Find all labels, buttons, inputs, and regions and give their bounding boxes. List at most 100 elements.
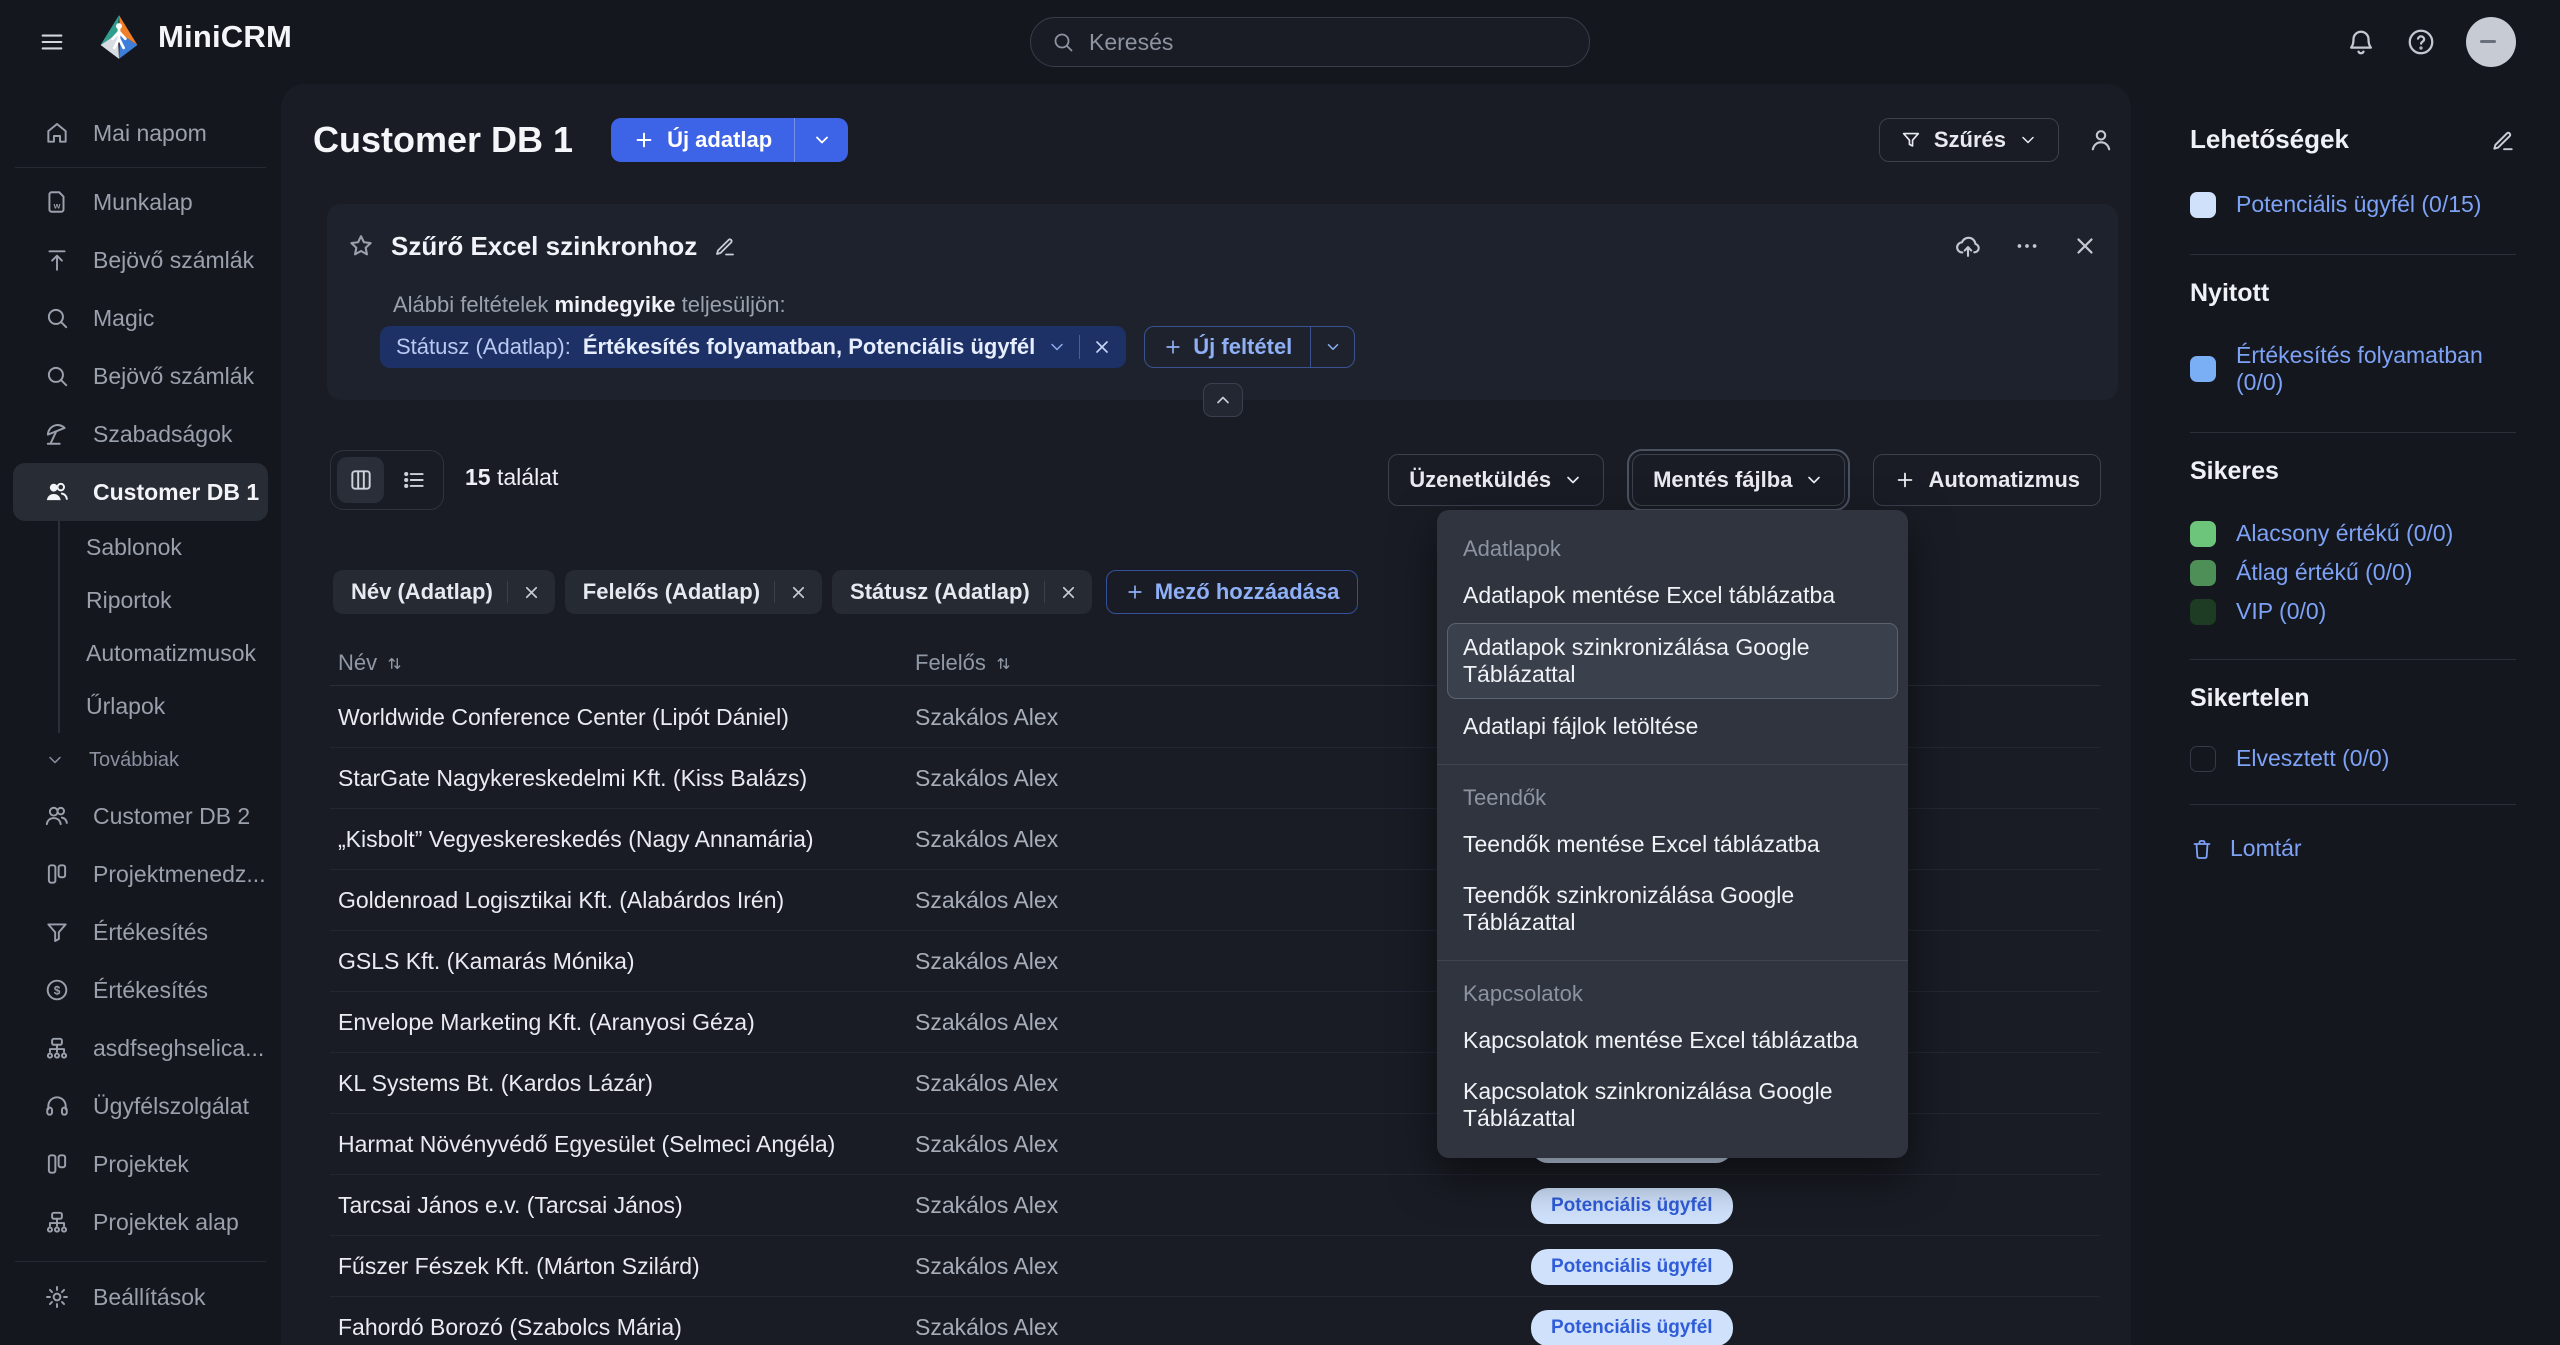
assignee-person-icon[interactable]: [2087, 126, 2115, 154]
sidebar-subitem-urlapok[interactable]: Űrlapok: [86, 680, 281, 733]
users-icon: [43, 803, 71, 829]
brand-name: MiniCRM: [158, 19, 292, 55]
edit-pencil-icon[interactable]: [713, 234, 737, 258]
sidebar-item-beallitasok[interactable]: Beállítások: [13, 1268, 268, 1326]
sidebar-item-projektmenedzsment[interactable]: Projektmenedz...: [13, 845, 268, 903]
remove-field-icon[interactable]: [789, 583, 808, 602]
menu-divider: [1437, 960, 1908, 961]
remove-field-icon[interactable]: [522, 583, 541, 602]
sidebar-item-munkalap[interactable]: w Munkalap: [13, 173, 268, 231]
sidebar-item-szabadsagok[interactable]: Szabadságok: [13, 405, 268, 463]
field-chip-felelos[interactable]: Felelős (Adatlap): [565, 570, 822, 614]
hamburger-menu-icon[interactable]: [30, 21, 74, 65]
new-record-button[interactable]: Új adatlap: [611, 118, 794, 162]
sidebar-subitem-riportok[interactable]: Riportok: [86, 574, 281, 627]
status-badge: Potenciális ügyfél: [1531, 1310, 1733, 1345]
panel-divider: [2190, 659, 2516, 660]
edit-pencil-icon[interactable]: [2490, 127, 2516, 153]
menu-section-header: Kapcsolatok: [1437, 965, 1908, 1015]
remove-field-icon[interactable]: [1059, 583, 1078, 602]
menu-item-kapcsolatok-google[interactable]: Kapcsolatok szinkronizálása Google Táblá…: [1437, 1066, 1908, 1144]
collapse-filter-chevron-up-icon[interactable]: [1203, 383, 1243, 417]
user-avatar[interactable]: [2466, 17, 2516, 67]
list-view-icon[interactable]: [390, 457, 437, 503]
page-header: Customer DB 1 Új adatlap Szűrés: [313, 114, 2115, 166]
notifications-bell-icon[interactable]: [2346, 27, 2376, 57]
add-field-button[interactable]: Mező hozzáadása: [1106, 570, 1359, 614]
sidebar-subitem-automatizmusok[interactable]: Automatizmusok: [86, 627, 281, 680]
table-row[interactable]: Fahordó Borozó (Szabolcs Mária) Szakálos…: [330, 1297, 2100, 1345]
column-header-nev[interactable]: Név: [338, 650, 404, 676]
menu-section-header: Teendők: [1437, 769, 1908, 819]
menu-item-teendok-excel[interactable]: Teendők mentése Excel táblázatba: [1437, 819, 1908, 870]
home-icon: [43, 120, 71, 146]
panel-divider: [2190, 804, 2516, 805]
status-badge: Potenciális ügyfél: [1531, 1188, 1733, 1224]
favorite-star-icon[interactable]: [347, 232, 375, 260]
status-color-swatch: [2190, 356, 2216, 382]
share-upload-cloud-icon[interactable]: [1954, 232, 1982, 260]
sidebar-item-asdfseghselica[interactable]: asdfseghselica...: [13, 1019, 268, 1077]
sidebar-sublist: Sablonok Riportok Automatizmusok Űrlapok: [58, 521, 281, 733]
sidebar-item-magic[interactable]: Magic: [13, 289, 268, 347]
sidebar-subitem-sablonok[interactable]: Sablonok: [86, 521, 281, 574]
send-message-button[interactable]: Üzenetküldés: [1388, 454, 1604, 506]
table-row[interactable]: Fűszer Fészek Kft. (Márton Szilárd) Szak…: [330, 1236, 2100, 1297]
beach-umbrella-icon: [43, 421, 71, 447]
menu-item-adatlapok-google[interactable]: Adatlapok szinkronizálása Google Tábláza…: [1447, 623, 1898, 699]
new-condition-split-button: Új feltétel: [1144, 326, 1355, 368]
sidebar-item-bejovo-szamlak-2[interactable]: Bejövő számlák: [13, 347, 268, 405]
sidebar-item-projektek[interactable]: Projektek: [13, 1135, 268, 1193]
status-link-ertekesites-folyamatban[interactable]: Értékesítés folyamatban (0/0): [2190, 342, 2516, 396]
status-link-elvesztett[interactable]: Elvesztett (0/0): [2190, 745, 2516, 772]
sidebar-more-toggle[interactable]: Továbbiak: [13, 733, 268, 787]
menu-item-adatlapok-excel[interactable]: Adatlapok mentése Excel táblázatba: [1437, 570, 1908, 621]
menu-item-kapcsolatok-excel[interactable]: Kapcsolatok mentése Excel táblázatba: [1437, 1015, 1908, 1066]
status-link-alacsony-erteku[interactable]: Alacsony értékű (0/0): [2190, 520, 2516, 547]
status-link-atlag-erteku[interactable]: Átlag értékű (0/0): [2190, 559, 2516, 586]
status-link-potencialis[interactable]: Potenciális ügyfél (0/15): [2190, 191, 2516, 218]
menu-item-adatlapi-fajlok[interactable]: Adatlapi fájlok letöltése: [1437, 701, 1908, 752]
kanban-icon: [43, 861, 71, 887]
sidebar-item-ugyfelszolgalat[interactable]: Ügyfélszolgálat: [13, 1077, 268, 1135]
sidebar: Mai napom w Munkalap Bejövő számlák Magi…: [0, 84, 281, 1345]
automation-button[interactable]: Automatizmus: [1873, 454, 2101, 506]
headset-icon: [43, 1093, 71, 1119]
remove-condition-icon[interactable]: [1092, 337, 1112, 357]
trash-link[interactable]: Lomtár: [2190, 835, 2516, 862]
sidebar-item-ertekesites-funnel[interactable]: Értékesítés: [13, 903, 268, 961]
search-input[interactable]: [1089, 29, 1569, 56]
sidebar-divider: [15, 1261, 266, 1262]
statuses-panel: Lehetőségek Potenciális ügyfél (0/15) Ny…: [2131, 84, 2560, 1345]
page-title: Customer DB 1: [313, 119, 573, 161]
condition-chip-status[interactable]: Státusz (Adatlap): Értékesítés folyamatb…: [380, 326, 1126, 368]
sidebar-item-ertekesites-dollar[interactable]: $ Értékesítés: [13, 961, 268, 1019]
filter-button[interactable]: Szűrés: [1879, 118, 2059, 162]
sidebar-item-bejovo-szamlak-1[interactable]: Bejövő számlák: [13, 231, 268, 289]
status-link-vip[interactable]: VIP (0/0): [2190, 598, 2516, 625]
new-condition-button[interactable]: Új feltétel: [1145, 334, 1310, 360]
column-header-felelos[interactable]: Felelős: [915, 650, 1013, 676]
main-panel: Customer DB 1 Új adatlap Szűrés: [281, 84, 2131, 1345]
saved-filter-card: Szűrő Excel szinkronhoz Al: [327, 204, 2118, 400]
field-chip-nev[interactable]: Név (Adatlap): [333, 570, 555, 614]
help-icon[interactable]: [2406, 27, 2436, 57]
sidebar-item-mai-napom[interactable]: Mai napom: [13, 104, 268, 162]
grid-view-icon[interactable]: [337, 457, 384, 503]
sidebar-item-projektek-alap[interactable]: Projektek alap: [13, 1193, 268, 1251]
menu-item-teendok-google[interactable]: Teendők szinkronizálása Google Táblázatt…: [1437, 870, 1908, 948]
new-condition-dropdown-button[interactable]: [1310, 327, 1354, 367]
brand: MiniCRM: [96, 14, 292, 60]
save-to-file-button[interactable]: Mentés fájlba: [1632, 454, 1845, 506]
sidebar-item-customer-db-1[interactable]: Customer DB 1: [13, 463, 268, 521]
new-record-dropdown-button[interactable]: [794, 118, 848, 162]
status-color-swatch: [2190, 746, 2216, 772]
sidebar-item-customer-db-2[interactable]: Customer DB 2: [13, 787, 268, 845]
field-chip-statusz[interactable]: Státusz (Adatlap): [832, 570, 1092, 614]
search-bar[interactable]: [1030, 17, 1590, 67]
topbar: MiniCRM: [0, 0, 2560, 84]
close-icon[interactable]: [2072, 233, 2098, 259]
trash-icon: [2190, 837, 2214, 861]
more-options-icon[interactable]: [2014, 233, 2040, 259]
table-row[interactable]: Tarcsai János e.v. (Tarcsai János) Szaká…: [330, 1175, 2100, 1236]
